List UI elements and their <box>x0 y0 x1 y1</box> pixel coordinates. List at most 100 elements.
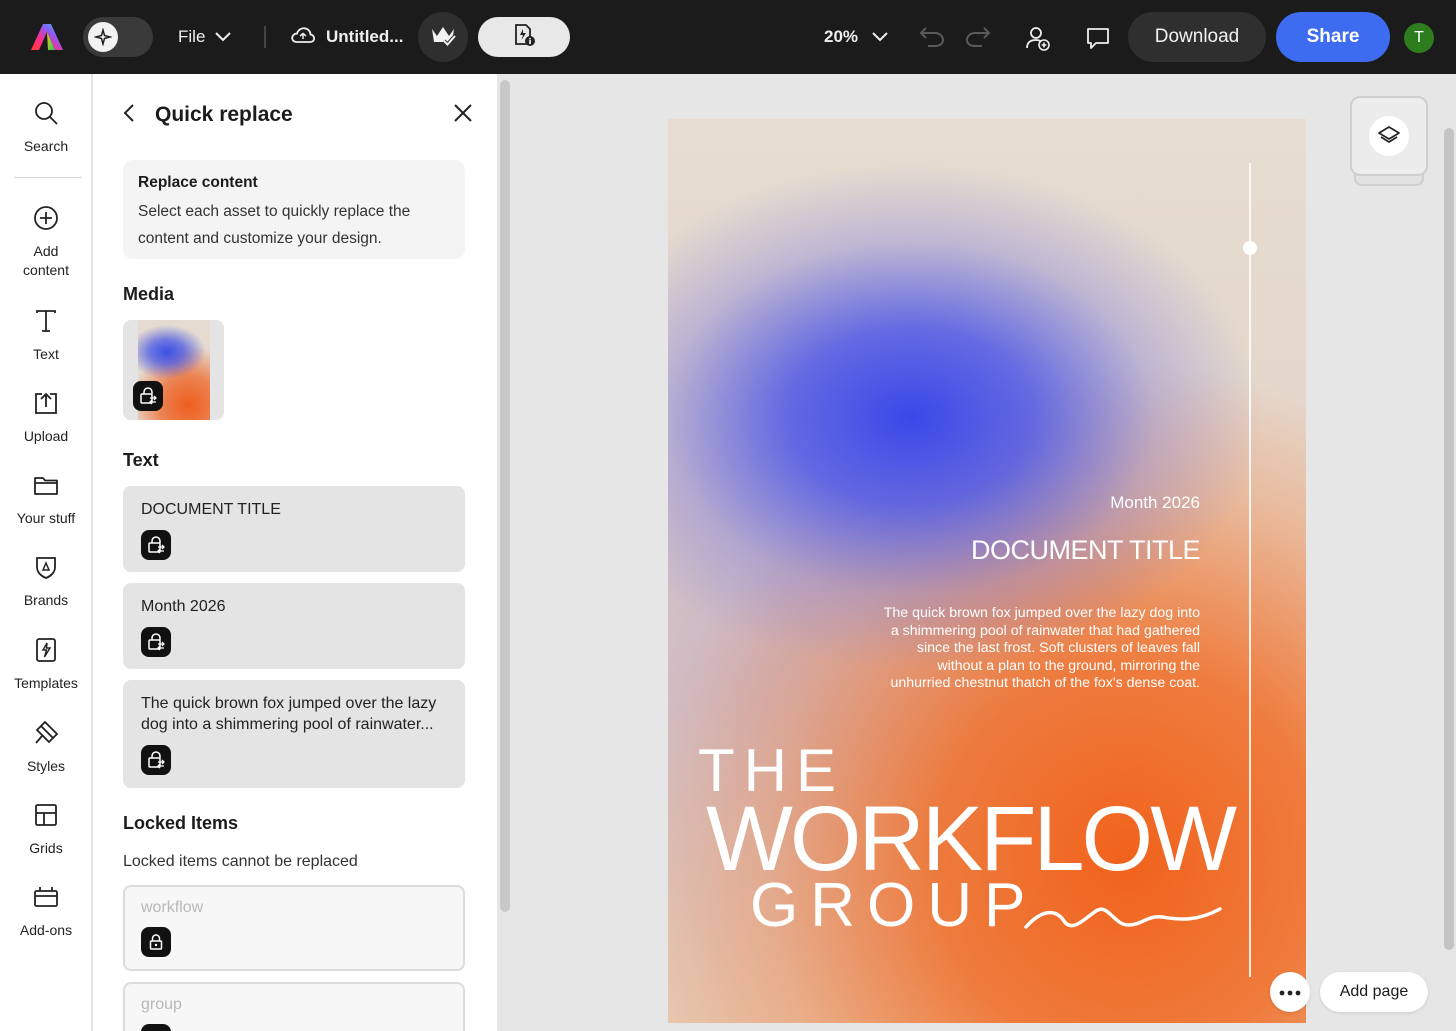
text-item-document-title[interactable]: DOCUMENT TITLE <box>123 486 465 572</box>
document-title[interactable]: Untitled... <box>290 24 403 50</box>
rail-item-label: Add content <box>23 243 69 278</box>
locked-item-workflow: workflow <box>123 885 465 971</box>
replace-lock-icon <box>141 745 171 775</box>
rail-item-your-stuff[interactable]: Your stuff <box>0 472 92 528</box>
premium-check-button[interactable] <box>418 12 468 62</box>
download-button[interactable]: Download <box>1128 12 1266 62</box>
headline-group[interactable]: GROUP <box>750 873 1037 939</box>
page-document-title[interactable]: DOCUMENT TITLE <box>971 535 1201 566</box>
replace-lock-icon <box>133 381 163 411</box>
info-body: Select each asset to quickly replace the… <box>138 203 411 247</box>
design-page[interactable]: Month 2026 DOCUMENT TITLE The quick brow… <box>668 119 1306 1023</box>
templates-icon <box>33 637 59 668</box>
layers-button[interactable] <box>1350 96 1428 176</box>
panel-scrollbar[interactable] <box>500 80 510 912</box>
styles-icon <box>33 720 59 751</box>
locked-item-group: group <box>123 982 465 1031</box>
top-bar: File Untitled... 20% Download Share T <box>0 0 1456 74</box>
document-bolt-info-icon <box>511 22 537 53</box>
document-title-text: Untitled... <box>326 27 404 46</box>
locked-item-label: workflow <box>141 899 204 916</box>
rail-item-add-ons[interactable]: Add-ons <box>0 884 92 940</box>
sparkle-icon <box>88 22 118 52</box>
rail-item-label: Styles <box>26 758 66 774</box>
locked-section-title: Locked Items <box>123 813 239 833</box>
info-heading: Replace content <box>138 174 258 191</box>
page-body-text[interactable]: The quick brown fox jumped over the lazy… <box>880 605 1200 693</box>
share-button[interactable]: Share <box>1276 12 1390 62</box>
file-menu-label: File <box>178 27 206 46</box>
rail-item-add-content[interactable]: Add content <box>0 205 92 280</box>
back-chevron-icon[interactable] <box>123 103 135 128</box>
panel-title: Quick replace <box>155 103 293 126</box>
rail-item-label: Grids <box>29 840 63 856</box>
replace-lock-icon <box>141 627 171 657</box>
decorative-squiggle <box>1024 907 1222 929</box>
add-content-icon <box>33 205 59 236</box>
rail-item-label: Your stuff <box>16 510 76 526</box>
rail-item-label: Text <box>33 346 59 362</box>
more-options-button[interactable] <box>1270 972 1310 1012</box>
zoom-control[interactable]: 20% <box>824 24 888 50</box>
decorative-dot <box>1243 241 1257 255</box>
chevron-down-icon <box>215 27 232 47</box>
quick-replace-panel: Quick replace Replace content Select eac… <box>93 74 497 1031</box>
crown-check-icon <box>429 23 457 52</box>
zoom-level: 20% <box>824 27 859 46</box>
text-item-body[interactable]: The quick brown fox jumped over the lazy… <box>123 680 465 788</box>
text-section-title: Text <box>123 450 159 470</box>
rail-item-text[interactable]: Text <box>0 308 92 364</box>
rail-item-styles[interactable]: Styles <box>0 720 92 776</box>
canvas-scrollbar[interactable] <box>1444 128 1454 950</box>
left-rail: Search Add content Text Upload Your stuf… <box>0 74 92 1031</box>
cloud-sync-icon <box>290 25 316 50</box>
rail-item-label: Search <box>23 138 69 154</box>
toolbar-divider <box>264 26 266 48</box>
grid-icon <box>33 802 59 833</box>
file-menu[interactable]: File <box>178 24 232 50</box>
brand-icon <box>33 554 59 585</box>
rail-item-upload[interactable]: Upload <box>0 390 92 446</box>
adobe-express-logo-icon[interactable] <box>30 22 64 52</box>
ellipsis-icon <box>1279 983 1301 1001</box>
upload-icon <box>33 390 59 421</box>
rail-item-brands[interactable]: Brands <box>0 554 92 610</box>
rail-item-label: Add-ons <box>19 922 73 938</box>
rail-divider <box>14 177 82 178</box>
media-section-title: Media <box>123 284 175 304</box>
rail-item-search[interactable]: Search <box>0 100 92 156</box>
invite-user-icon[interactable] <box>1024 24 1052 57</box>
text-item-label: Month 2026 <box>141 598 226 615</box>
addons-icon <box>33 884 59 915</box>
locked-item-label: group <box>141 996 182 1013</box>
chevron-down-icon <box>872 27 888 47</box>
text-item-month[interactable]: Month 2026 <box>123 583 465 669</box>
folder-icon <box>33 472 59 503</box>
quick-actions-info-button[interactable] <box>478 17 570 57</box>
locked-note: Locked items cannot be replaced <box>123 853 358 870</box>
rail-item-templates[interactable]: Templates <box>0 637 92 693</box>
redo-icon[interactable] <box>964 24 992 55</box>
text-icon <box>33 308 59 339</box>
media-thumbnail[interactable] <box>123 320 224 420</box>
rail-item-label: Upload <box>23 428 69 444</box>
comment-icon[interactable] <box>1084 24 1112 57</box>
lock-icon <box>141 927 171 957</box>
replace-lock-icon <box>141 530 171 560</box>
search-icon <box>33 100 59 131</box>
lock-icon <box>141 1024 171 1031</box>
add-page-button[interactable]: Add page <box>1320 972 1428 1012</box>
decorative-vertical-line <box>1249 163 1251 977</box>
close-icon[interactable] <box>453 103 473 128</box>
rail-item-label: Brands <box>23 592 69 608</box>
rail-item-grids[interactable]: Grids <box>0 802 92 858</box>
text-item-label: The quick brown fox jumped over the lazy… <box>141 695 437 733</box>
undo-icon[interactable] <box>918 24 946 55</box>
panel-header: Quick replace <box>123 100 473 130</box>
ai-mode-toggle[interactable] <box>83 17 153 57</box>
page-month-text[interactable]: Month 2026 <box>1110 493 1200 513</box>
rail-item-label: Templates <box>14 675 78 691</box>
replace-content-info: Replace content Select each asset to qui… <box>123 160 465 259</box>
user-avatar[interactable]: T <box>1404 23 1434 53</box>
layers-icon <box>1369 116 1409 156</box>
